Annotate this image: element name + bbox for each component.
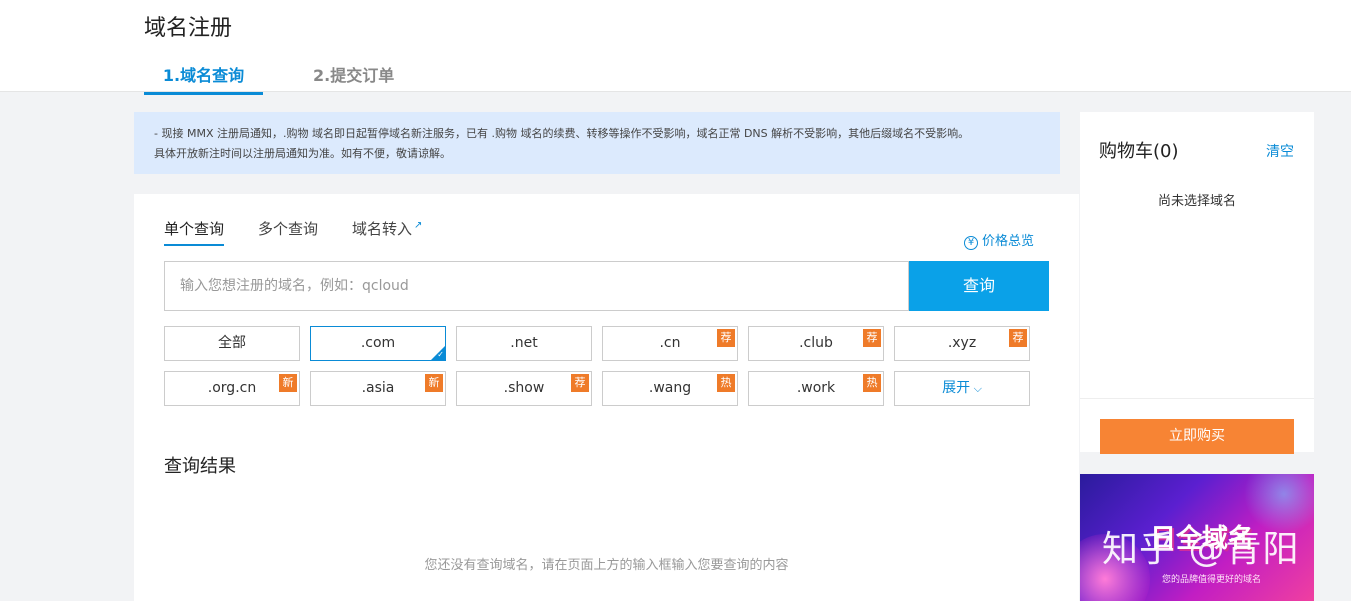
step-submit-order[interactable]: 2.提交订单 <box>313 62 394 86</box>
results-empty-message: 您还没有查询域名，请在页面上方的输入框输入您要查询的内容 <box>424 558 789 573</box>
domain-search-input[interactable] <box>164 261 909 311</box>
cart-title: 购物车(0) <box>1099 141 1179 162</box>
notice-banner: - 现接 MMX 注册局通知，.购物 域名即日起暂停域名新注服务，已有 .购物 … <box>134 112 1060 174</box>
suffix-option[interactable]: .wang 热 <box>602 371 738 406</box>
tab-single-query[interactable]: 单个查询 <box>164 218 225 246</box>
suffix-badge: 荐 <box>863 329 881 347</box>
suffix-label: .xyz <box>947 335 977 351</box>
suffix-label: .net <box>510 335 538 351</box>
tab-domain-transfer[interactable]: 域名转入 ↗ <box>352 218 423 239</box>
suffix-badge: 荐 <box>1009 329 1027 347</box>
suffix-option[interactable]: .show 荐 <box>456 371 592 406</box>
banner-tagline: 您的品牌值得更好的域名 <box>1162 575 1262 585</box>
price-overview-label: 价格总览 <box>982 234 1035 249</box>
chevron-down-icon: ⌵ <box>970 382 982 395</box>
notice-line-1: - 现接 MMX 注册局通知，.购物 域名即日起暂停域名新注服务，已有 .购物 … <box>154 127 970 140</box>
tab-domain-transfer-label: 域名转入 <box>352 220 413 238</box>
cart-panel: 购物车(0) 清空 尚未选择域名 <box>1080 112 1314 452</box>
search-panel: 单个查询 多个查询 域名转入↗ ¥ 价格总览 查询 全部 .com ✓ .net .cn 荐… <box>134 194 1079 601</box>
tab-multi-query[interactable]: 多个查询 <box>258 218 318 239</box>
page-title: 域名注册 <box>144 16 233 41</box>
suffix-option[interactable]: 全部 <box>164 326 300 361</box>
suffix-badge: 荐 <box>571 374 589 392</box>
suffix-option[interactable]: .club 荐 <box>748 326 884 361</box>
suffix-label: .wang <box>648 380 692 396</box>
price-icon: ¥ <box>964 236 978 250</box>
top-header: 域名注册 1.域名查询 2.提交订单 <box>0 0 1351 95</box>
price-overview-link[interactable]: ¥ 价格总览 <box>964 230 1034 250</box>
expand-suffixes-button[interactable]: 展开 ⌵ <box>894 371 1030 406</box>
suffix-option[interactable]: .com ✓ <box>310 326 446 361</box>
suffix-label: .org.cn <box>207 380 257 396</box>
cart-empty-message: 尚未选择域名 <box>1157 194 1236 209</box>
watermark: 知乎 @青阳 <box>1102 529 1300 570</box>
external-link-icon: ↗ <box>414 220 423 231</box>
suffix-label: .show <box>503 380 545 396</box>
suffix-badge: 新 <box>425 374 443 392</box>
suffix-option[interactable]: .cn 荐 <box>602 326 738 361</box>
cart-clear-link[interactable]: 清空 <box>1266 141 1294 161</box>
suffix-option[interactable]: .net <box>456 326 592 361</box>
notice-line-2: 具体开放新注时间以注册局通知为准。如有不便，敬请谅解。 <box>154 147 451 160</box>
step-domain-query[interactable]: 1.域名查询 <box>144 62 263 95</box>
suffix-label: .cn <box>659 335 681 351</box>
suffix-badge: 荐 <box>717 329 735 347</box>
suffix-option[interactable]: .xyz 荐 <box>894 326 1030 361</box>
suffix-label: 全部 <box>218 335 246 351</box>
suffix-badge: 热 <box>717 374 735 392</box>
buy-now-button[interactable]: 立即购买 <box>1100 419 1294 454</box>
suffix-option[interactable]: .work 热 <box>748 371 884 406</box>
suffix-label: .club <box>799 335 833 351</box>
suffix-option[interactable]: .asia 新 <box>310 371 446 406</box>
search-button[interactable]: 查询 <box>909 261 1049 311</box>
suffix-label: .work <box>796 380 836 396</box>
promo-banner[interactable]: 日全域名 您的品牌值得更好的域名 知乎 @青阳 <box>1080 474 1314 601</box>
suffix-badge: 热 <box>863 374 881 392</box>
suffix-label: .asia <box>361 380 395 396</box>
suffix-option[interactable]: .org.cn 新 <box>164 371 300 406</box>
checkmark-icon: ✓ <box>437 350 444 359</box>
results-title: 查询结果 <box>164 456 236 477</box>
cart-divider <box>1080 398 1314 399</box>
suffix-badge: 新 <box>279 374 297 392</box>
expand-label: 展开 <box>942 380 971 396</box>
suffix-label: .com <box>360 335 396 351</box>
